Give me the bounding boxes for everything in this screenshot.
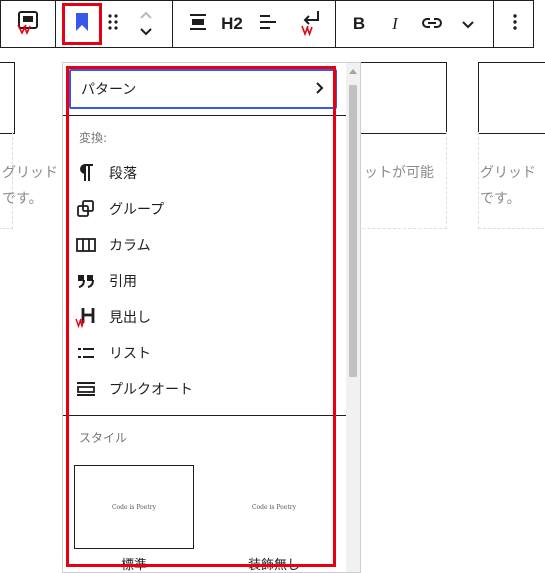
align-left-icon [258, 13, 278, 35]
bg-middle-text: ットが可能 [364, 165, 434, 181]
bold-button[interactable]: B [343, 1, 375, 47]
toolbar-separator [172, 1, 173, 47]
italic-button[interactable]: I [379, 1, 411, 47]
chevron-down-icon[interactable] [140, 28, 152, 36]
toolbar-separator [335, 1, 336, 47]
more-vertical-icon [512, 13, 518, 35]
highlight-box-bookmark [62, 3, 102, 45]
options-button[interactable] [497, 1, 533, 47]
bg-middle-frame [352, 62, 447, 134]
highlight-box-dropdown [66, 66, 336, 567]
align-wide-icon [188, 13, 208, 35]
drag-handle-button[interactable] [101, 1, 125, 47]
bg-left-frame [0, 62, 15, 134]
move-buttons[interactable] [131, 1, 161, 47]
align-button[interactable] [181, 1, 215, 47]
heading-level-button[interactable]: H2 [215, 1, 249, 47]
bg-right-text: グリッド です。 [480, 165, 536, 207]
block-transform-icon [15, 9, 41, 39]
insert-after-button[interactable] [291, 1, 331, 47]
link-button[interactable] [415, 1, 449, 47]
text-align-button[interactable] [251, 1, 285, 47]
bg-right-frame [478, 62, 545, 134]
more-formats-button[interactable] [453, 1, 483, 47]
chevron-down-icon [461, 15, 475, 34]
enter-icon [298, 8, 324, 40]
bg-left-text: グリッド です。 [2, 165, 58, 207]
toolbar-separator [493, 1, 494, 47]
block-transform-button[interactable] [1, 1, 55, 47]
scrollbar-thumb[interactable] [349, 85, 357, 377]
scroll-up-arrow-icon[interactable] [349, 69, 357, 74]
toolbar-separator [55, 1, 56, 47]
chevron-up-icon[interactable] [140, 11, 152, 19]
link-icon [421, 15, 443, 34]
drag-handle-icon [107, 13, 119, 35]
